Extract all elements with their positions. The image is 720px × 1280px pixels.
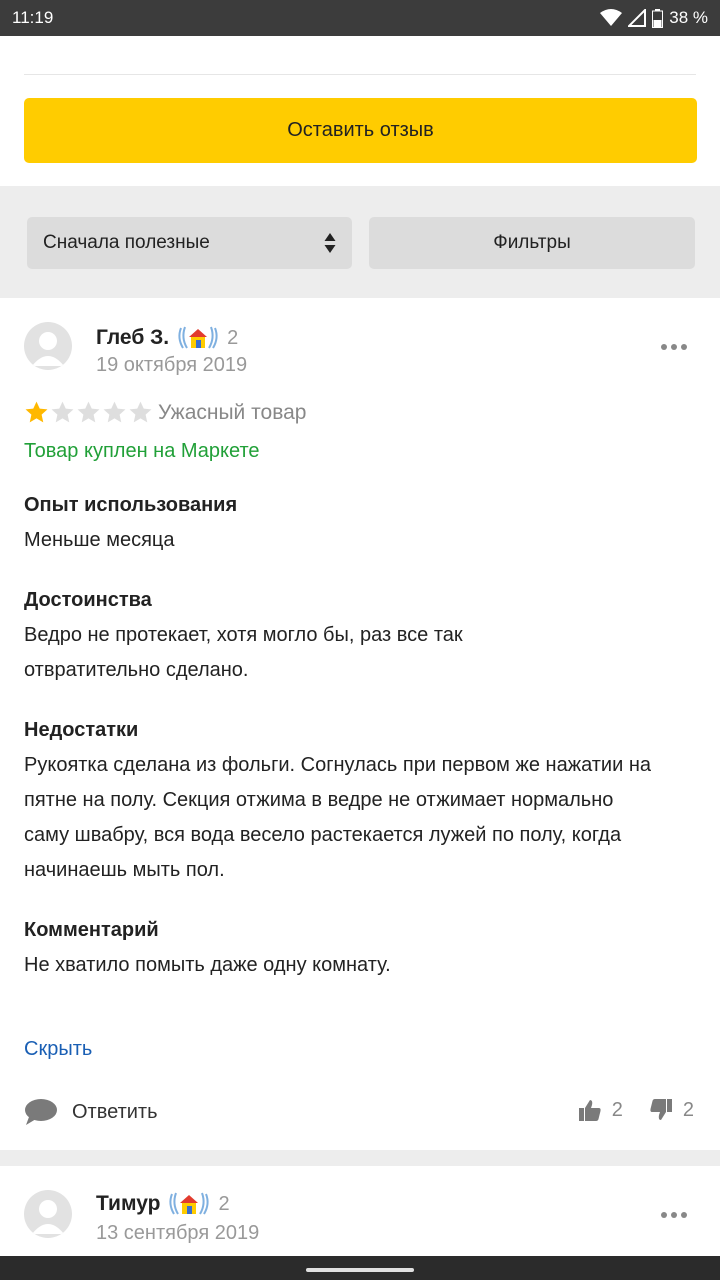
avatar[interactable] xyxy=(24,322,72,370)
section-title: Недостатки xyxy=(24,719,139,741)
rating-row: Ужасный товар xyxy=(24,400,306,425)
rating-text: Ужасный товар xyxy=(158,400,307,424)
status-time: 11:19 xyxy=(12,8,54,27)
likes-count: 2 xyxy=(611,1098,623,1121)
section-pros: Достоинства Ведро не протекает, хотя мог… xyxy=(24,583,696,688)
purchase-note: Товар куплен на Маркете xyxy=(24,440,260,462)
star-icon xyxy=(77,401,100,423)
write-review-button[interactable]: Оставить отзыв xyxy=(24,98,697,163)
thumbs-up-icon[interactable] xyxy=(578,1098,602,1122)
section-body: Рукоятка сделана из фольги. Согнулась пр… xyxy=(24,754,651,881)
section-title: Опыт использования xyxy=(24,494,238,516)
section-usage: Опыт использования Меньше месяца xyxy=(24,488,696,558)
status-bar: 11:19 38 % xyxy=(0,0,720,36)
review-controls: Сначала полезные Фильтры xyxy=(0,186,720,298)
author-row: Тимур 2 xyxy=(96,1190,230,1218)
author-name[interactable]: Глеб З. xyxy=(96,326,169,350)
achievement-badge-icon xyxy=(169,1192,210,1215)
votes: 2 2 xyxy=(578,1098,694,1122)
section-comment: Комментарий Не хватило помыть даже одну … xyxy=(24,913,696,983)
sort-select[interactable]: Сначала полезные xyxy=(27,217,352,269)
sort-select-label: Сначала полезные xyxy=(43,232,210,253)
thumbs-down-icon[interactable] xyxy=(649,1098,673,1122)
section-body: Не хватило помыть даже одну комнату. xyxy=(24,954,391,976)
wifi-icon xyxy=(600,9,623,26)
battery-icon xyxy=(652,8,664,28)
rating-stars xyxy=(24,400,154,425)
avatar-placeholder-icon xyxy=(32,332,64,366)
section-cons: Недостатки Рукоятка сделана из фольги. С… xyxy=(24,713,696,888)
hide-link[interactable]: Скрыть xyxy=(24,1038,92,1061)
reply-button[interactable]: Ответить xyxy=(24,1098,158,1126)
achievement-badge-icon xyxy=(178,326,218,349)
author-row: Глеб З. 2 xyxy=(96,324,238,352)
more-icon[interactable] xyxy=(660,343,688,351)
home-indicator[interactable] xyxy=(306,1268,414,1272)
divider xyxy=(24,74,696,75)
star-icon xyxy=(103,401,126,423)
section-body: Ведро не протекает, хотя могло бы, раз в… xyxy=(24,624,463,681)
system-nav-bar xyxy=(0,1256,720,1280)
dislikes-count: 2 xyxy=(682,1098,694,1121)
sort-arrows-icon xyxy=(324,233,336,253)
battery-percent: 38 % xyxy=(669,8,708,27)
section-title: Комментарий xyxy=(24,919,159,941)
author-name[interactable]: Тимур xyxy=(96,1192,160,1216)
status-icons: 38 % xyxy=(600,8,708,28)
signal-icon xyxy=(628,9,647,27)
review-card: Глеб З. 2 19 октября 2019 Ужасный товар … xyxy=(0,298,720,1150)
review-date: 19 октября 2019 xyxy=(96,354,248,376)
author-badge-count: 2 xyxy=(227,326,239,349)
section-body: Меньше месяца xyxy=(24,529,175,551)
avatar[interactable] xyxy=(24,1190,72,1238)
review-date: 13 сентября 2019 xyxy=(96,1222,260,1244)
avatar-placeholder-icon xyxy=(32,1200,64,1234)
section-title: Достоинства xyxy=(24,589,152,611)
star-icon xyxy=(51,401,74,423)
more-icon[interactable] xyxy=(660,1211,688,1219)
comment-icon xyxy=(25,1099,57,1125)
author-badge-count: 2 xyxy=(218,1192,230,1215)
filters-button[interactable]: Фильтры xyxy=(369,217,695,269)
reply-label: Ответить xyxy=(72,1100,158,1123)
star-icon xyxy=(25,401,48,423)
star-icon xyxy=(129,401,152,423)
write-review-card: Оставить отзыв xyxy=(0,36,720,186)
